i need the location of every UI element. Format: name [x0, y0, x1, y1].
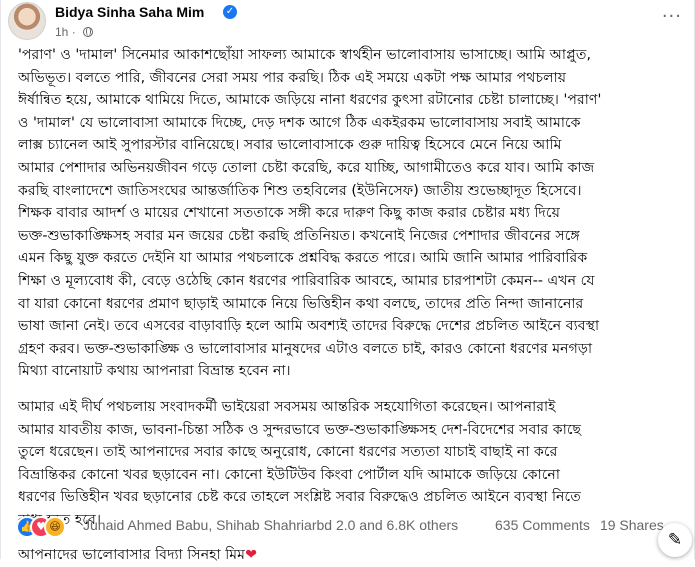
post-text-line: ধরণের ভিত্তিহীন খবর ছড়ানোর চেষ্ট করে তা… — [18, 489, 581, 506]
heart-icon: ❤ — [245, 547, 257, 564]
post-text-line: আমার যাবতীয় কাজ, ভাবনা-চিন্তা সঠিক ও সু… — [18, 421, 582, 438]
post-signature: আপনাদের ভালোবাসার বিদ্যা সিনহা মিম❤ — [18, 544, 686, 567]
engagement-counts: 635 Comments 19 Shares — [495, 517, 674, 533]
author-name[interactable]: Bidya Sinha Saha Mim — [55, 4, 204, 20]
post-meta: 1h · — [55, 25, 94, 39]
post-text-line: গ্রহণ করব। ভক্ত-শুভাকাঙ্ক্ষি ও ভালোবাসার… — [18, 340, 593, 357]
post-body: 'পরাণ' ও 'দামাল' সিনেমার আকাশছোঁয়া সাফল… — [18, 44, 686, 567]
author-avatar[interactable] — [8, 2, 46, 40]
haha-icon: 😆 — [44, 516, 66, 538]
shares-count[interactable]: 19 Shares — [600, 517, 664, 533]
post-text-line: বিভ্রান্তিকর কোনো খবর ছড়াবেন না। কোনো ই… — [18, 466, 560, 483]
post-text-line: অভিভূত। বলতে পারি, জীবনের সেরা সময় পার … — [18, 69, 567, 86]
post-text-line: মিথ্যা বানোয়াট কথায় আপনারা বিভ্রান্ত হ… — [18, 363, 291, 380]
verified-badge-icon: ✓ — [223, 5, 237, 19]
post-text-line: ভাষা জানা নেই। তবে এসবের বাড়াবাড়ি হলে … — [18, 318, 600, 335]
post-text-line: ও 'দামাল' যে ভালোবাসা আমাকে দিচ্ছে, দেড়… — [18, 114, 581, 131]
signature-text: আপনাদের ভালোবাসার বিদ্যা সিনহা মিম — [18, 547, 246, 564]
meta-separator: · — [71, 25, 76, 39]
post-text-line: ঈর্ষান্বিত হয়ে, আমাকে থামিয়ে দিতে, আমা… — [18, 92, 602, 109]
public-globe-icon — [83, 27, 94, 37]
post-footer: 👍 ♥ 😆 Junaid Ahmed Babu, Shihab Shahriar… — [1, 512, 695, 546]
more-options-icon[interactable]: ··· — [662, 6, 682, 27]
post-text-line: বা যারা কোনো ধরণের প্রমাণ ছাড়াই আমাকে ন… — [18, 295, 584, 312]
post-text-line: করছি বাংলাদেশে জাতিসংঘের আন্তর্জাতিক শিশ… — [18, 182, 582, 199]
post-text-line: 'পরাণ' ও 'দামাল' সিনেমার আকাশছোঁয়া সাফল… — [18, 47, 591, 63]
facebook-post: Bidya Sinha Saha Mim ✓ 1h · ··· 'পরাণ' ও… — [0, 0, 695, 563]
post-text-line: শিক্ষা ও মূল্যবোধ কী, বেড়ে ওঠেছি কোন ধর… — [18, 272, 595, 289]
post-time[interactable]: 1h — [55, 25, 68, 39]
post-header: Bidya Sinha Saha Mim ✓ 1h · ··· — [8, 2, 688, 42]
post-text-line: আমার এই দীর্ঘ পথচলায় সংবাদকর্মী ভাইয়ের… — [18, 398, 556, 415]
reaction-icons[interactable]: 👍 ♥ 😆 — [16, 516, 80, 538]
post-text-line: শিক্ষক বাবার আদর্শ ও মায়ের শেখানো সততাক… — [18, 205, 560, 222]
post-text-line: আমার পেশাদার অভিনয়জীবন গড়ে তোলা চেষ্টা… — [18, 159, 595, 176]
post-text-line: তুলে ধরেছেন। তাই আপনাদের সবার কাছে অনুরো… — [18, 444, 558, 461]
comments-count[interactable]: 635 Comments — [495, 517, 590, 533]
post-text-line: লাক্স চ্যানেল আই সুপারস্টার বানিয়েছে। স… — [18, 137, 562, 154]
post-text-line: ভক্ত-শুভাকাঙ্ক্ষিসহ সবার মন জয়ের চেষ্টা… — [18, 227, 580, 244]
reaction-summary[interactable]: Junaid Ahmed Babu, Shihab Shahriarbd 2.0… — [83, 517, 458, 533]
new-message-edit-icon[interactable]: ✎ — [658, 523, 692, 557]
post-text-line: এমন কিছু যুক্ত করতে দেইনি যা আমার পথচলাক… — [18, 250, 588, 267]
